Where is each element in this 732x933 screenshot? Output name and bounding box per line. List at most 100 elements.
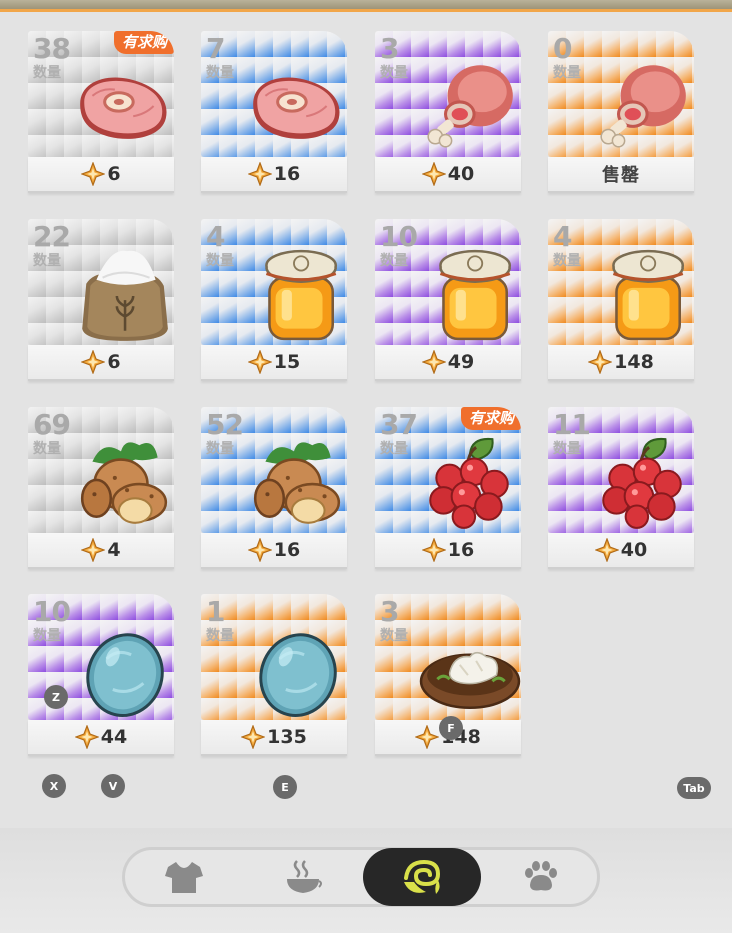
shirt-icon: [165, 862, 203, 893]
item-count: 10: [33, 595, 71, 628]
item-card-art: 52 数量: [201, 407, 347, 533]
price-bar: 148: [548, 345, 694, 381]
currency-star-icon: [247, 162, 272, 186]
item-card-art: 11 数量: [548, 407, 694, 533]
item-count: 1: [206, 595, 226, 628]
key-hint-z[interactable]: Z: [44, 685, 68, 709]
key-hint-f[interactable]: F: [439, 716, 463, 740]
item-price: 6: [107, 351, 121, 373]
currency-star-icon: [74, 725, 99, 749]
item-card[interactable]: 38 数量 有求购 6: [28, 31, 174, 193]
item-count: 52: [206, 408, 244, 441]
key-hint-tab[interactable]: Tab: [677, 777, 711, 799]
category-tab-bar: [122, 847, 600, 907]
item-count: 10: [380, 220, 418, 253]
item-card[interactable]: 3 数量 40: [375, 31, 521, 193]
item-card[interactable]: 4 数量 15: [201, 219, 347, 381]
item-card-art: 10 数量: [375, 219, 521, 345]
item-card[interactable]: 10 数量 44: [28, 594, 174, 756]
item-card[interactable]: 10 数量 49: [375, 219, 521, 381]
flour-sack-icon: [82, 250, 168, 341]
item-card[interactable]: 22 数量 6: [28, 219, 174, 381]
item-count: 7: [206, 32, 226, 65]
quantity-label: 数量: [33, 628, 61, 644]
item-card-art: 1 数量: [201, 594, 347, 720]
item-count: 11: [553, 408, 591, 441]
currency-star-icon: [81, 162, 106, 186]
food-icon: [287, 860, 322, 893]
price-bar: 40: [548, 533, 694, 569]
ingredient-icon: [404, 859, 441, 894]
potato-icon: [80, 442, 168, 524]
price-bar: 16: [201, 157, 347, 193]
quantity-label: 数量: [380, 65, 408, 81]
item-card[interactable]: 37 数量 有求购 16: [375, 407, 521, 569]
wanted-badge: 有求购: [460, 407, 521, 430]
tab-pets[interactable]: [482, 850, 600, 904]
price-bar: 135: [201, 720, 347, 756]
quantity-label: 数量: [206, 441, 234, 457]
quantity-label: 数量: [380, 253, 408, 269]
ham-leg-icon: [427, 65, 513, 148]
blue-egg-icon: [86, 633, 164, 717]
currency-star-icon: [415, 725, 440, 749]
tab-food[interactable]: [244, 850, 362, 904]
item-card[interactable]: 69 数量 4: [28, 407, 174, 569]
item-price: 40: [447, 163, 475, 185]
item-card[interactable]: 4 数量 148: [548, 219, 694, 381]
currency-star-icon: [421, 162, 446, 186]
price-bar: 售罄: [548, 157, 694, 193]
item-card-art: 37 数量 有求购: [375, 407, 521, 533]
quantity-label: 数量: [206, 628, 234, 644]
item-count: 37: [380, 408, 418, 441]
quantity-label: 数量: [33, 253, 61, 269]
item-price: 4: [107, 539, 121, 561]
inventory-grid: 38 数量 有求购 6 7 数量 16 3 数量 40 0 数量 售罄 22 数…: [0, 0, 732, 780]
price-bar: 4: [28, 533, 174, 569]
item-card[interactable]: 52 数量 16: [201, 407, 347, 569]
tab-clothing[interactable]: [125, 850, 243, 904]
tab-ingredients[interactable]: [363, 848, 481, 906]
key-hint-v[interactable]: V: [101, 774, 125, 798]
item-count: 4: [206, 220, 226, 253]
key-hint-x[interactable]: X: [42, 774, 66, 798]
item-card-art: 22 数量: [28, 219, 174, 345]
item-count: 69: [33, 408, 71, 441]
price-bar: 6: [28, 345, 174, 381]
item-card[interactable]: 0 数量 售罄: [548, 31, 694, 193]
tofu-dish-icon: [419, 651, 521, 710]
quantity-label: 数量: [553, 253, 581, 269]
item-card[interactable]: 7 数量 16: [201, 31, 347, 193]
steak-icon: [253, 77, 340, 139]
item-count: 3: [380, 32, 400, 65]
item-card-art: 38 数量 有求购: [28, 31, 174, 157]
item-card[interactable]: 1 数量 135: [201, 594, 347, 756]
key-hint-e[interactable]: E: [273, 775, 297, 799]
currency-star-icon: [588, 350, 613, 374]
price-bar: 16: [375, 533, 521, 569]
item-count: 38: [33, 32, 71, 65]
currency-star-icon: [81, 538, 106, 562]
price-bar: 44: [28, 720, 174, 756]
quantity-label: 数量: [380, 441, 408, 457]
item-card-art: 7 数量: [201, 31, 347, 157]
currency-star-icon: [247, 350, 272, 374]
item-card-art: 4 数量: [201, 219, 347, 345]
currency-star-icon: [81, 350, 106, 374]
quantity-label: 数量: [33, 65, 61, 81]
quantity-label: 数量: [553, 65, 581, 81]
ham-leg-icon: [600, 65, 686, 148]
item-card-art: 0 数量: [548, 31, 694, 157]
blue-egg-icon: [259, 633, 337, 717]
item-card-art: 3 数量: [375, 594, 521, 720]
currency-star-icon: [594, 538, 619, 562]
quantity-label: 数量: [206, 65, 234, 81]
item-price: 49: [447, 351, 475, 373]
item-card[interactable]: 11 数量 40: [548, 407, 694, 569]
red-berry-icon: [429, 437, 509, 529]
item-price: 135: [267, 726, 307, 748]
item-price: 15: [273, 351, 301, 373]
quantity-label: 数量: [553, 441, 581, 457]
quantity-label: 数量: [206, 253, 234, 269]
item-price: 16: [273, 539, 301, 561]
